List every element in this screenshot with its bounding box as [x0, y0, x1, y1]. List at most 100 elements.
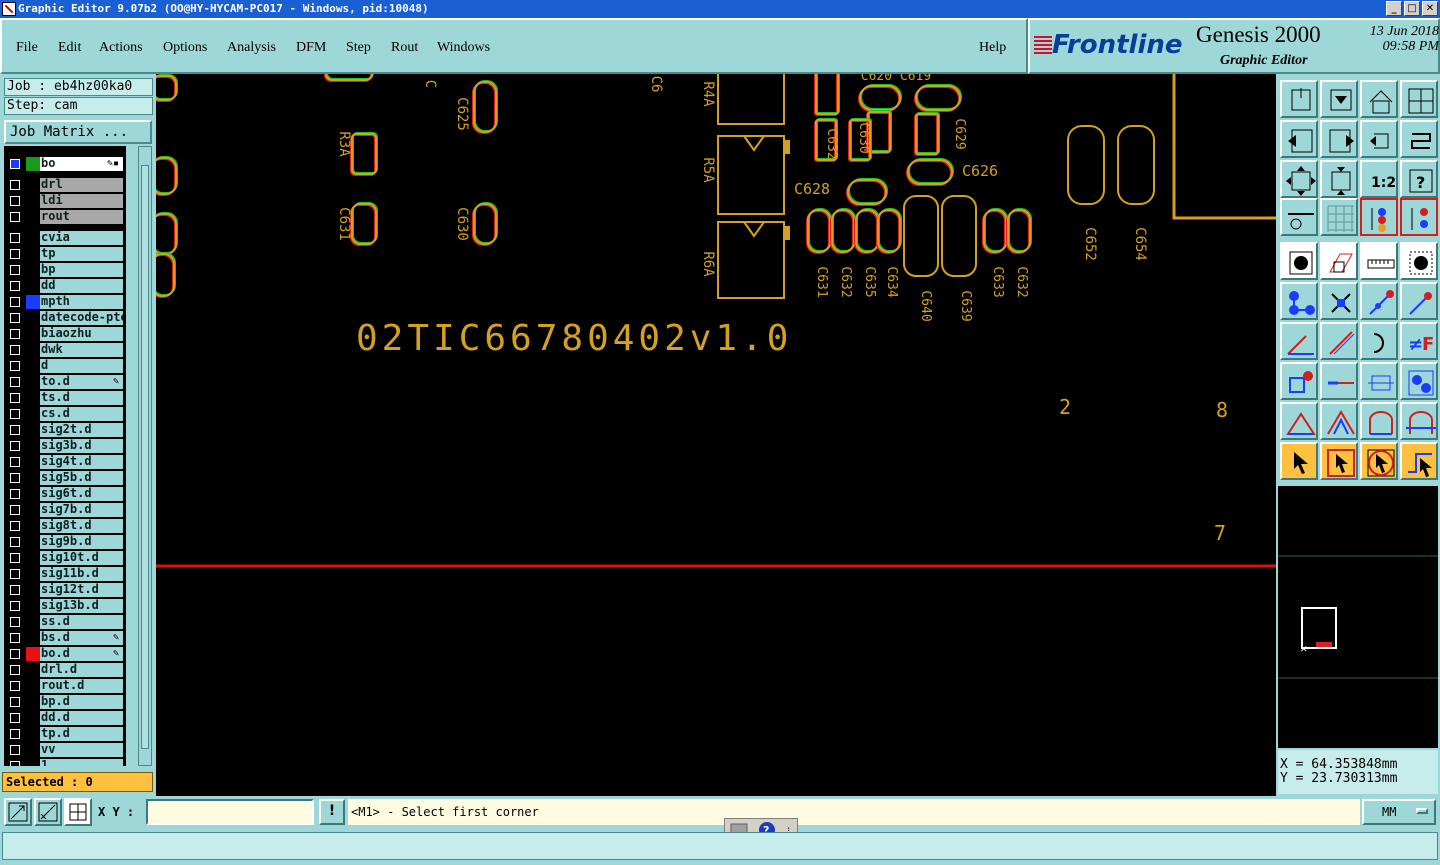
grid-snap-icon[interactable] — [64, 798, 92, 826]
layer-checkbox[interactable] — [10, 409, 20, 419]
point-to-icon[interactable] — [1400, 282, 1438, 320]
layer-color-swatch[interactable] — [26, 743, 40, 757]
layer-checkbox[interactable] — [10, 713, 20, 723]
layer-row[interactable]: tp — [4, 246, 126, 262]
menu-help[interactable]: Help — [979, 40, 1006, 56]
layer-name[interactable]: sig10t.d — [40, 551, 123, 565]
layer-color-swatch[interactable] — [26, 375, 40, 389]
zoom-fit-icon[interactable] — [1320, 80, 1358, 118]
arch-split-icon[interactable] — [1400, 402, 1438, 440]
layer-color-swatch[interactable] — [26, 439, 40, 453]
layer-color-swatch[interactable] — [26, 455, 40, 469]
layer-name[interactable]: sig13b.d — [40, 599, 123, 613]
ruler-icon[interactable] — [1360, 242, 1398, 280]
refresh-icon[interactable] — [1400, 120, 1438, 158]
arch-icon[interactable] — [1360, 402, 1398, 440]
layer-name[interactable]: bp — [40, 263, 123, 277]
layer-checkbox[interactable] — [10, 633, 20, 643]
layer-checkbox[interactable] — [10, 249, 20, 259]
measure-pitch-icon[interactable] — [1360, 362, 1398, 400]
connect-icon[interactable] — [1280, 282, 1318, 320]
layer-color-swatch[interactable] — [26, 263, 40, 277]
line-to-icon[interactable] — [1360, 282, 1398, 320]
pointer-icon[interactable] — [1280, 442, 1318, 480]
layer-row[interactable]: sig9b.d — [4, 534, 126, 550]
pointer-circle-icon[interactable] — [1360, 442, 1398, 480]
zoom-area-icon[interactable] — [4, 798, 32, 826]
layer-row[interactable]: sig4t.d — [4, 454, 126, 470]
layer-color-swatch[interactable] — [26, 599, 40, 613]
layer-name[interactable]: cs.d — [40, 407, 123, 421]
layer-checkbox[interactable] — [10, 473, 20, 483]
layer-checkbox[interactable] — [10, 297, 20, 307]
route-select-icon[interactable] — [1400, 442, 1438, 480]
layer-list[interactable]: bo ✎▪ drl ldi rout cvia tp bp dd mpth datecode-pte… — [4, 146, 126, 766]
layer-name[interactable]: sig2t.d — [40, 423, 123, 437]
layer-affected-icon[interactable] — [1400, 198, 1438, 236]
layer-name[interactable]: bo.d ✎ — [40, 647, 123, 661]
xy-input[interactable] — [146, 799, 314, 825]
menu-actions[interactable]: Actions — [99, 40, 143, 56]
alert-button[interactable]: ! — [319, 799, 345, 825]
layer-name[interactable]: dd — [40, 279, 123, 293]
home-icon[interactable] — [1360, 80, 1398, 118]
layer-name[interactable]: bs.d ✎ — [40, 631, 123, 645]
layer-row[interactable]: cvia — [4, 230, 126, 246]
units-select[interactable]: MM — [1362, 799, 1436, 825]
layer-color-swatch[interactable] — [26, 157, 40, 171]
layer-color-swatch[interactable] — [26, 210, 40, 224]
layer-name[interactable]: sig12t.d — [40, 583, 123, 597]
layer-row[interactable]: sig7b.d — [4, 502, 126, 518]
layer-row[interactable]: ldi — [4, 193, 126, 209]
layer-checkbox[interactable] — [10, 489, 20, 499]
layer-row[interactable]: sig13b.d — [4, 598, 126, 614]
layer-row[interactable]: sig2t.d — [4, 422, 126, 438]
layer-color-swatch[interactable] — [26, 679, 40, 693]
layer-name[interactable]: dd.d — [40, 711, 123, 725]
layer-row[interactable]: datecode-pte — [4, 310, 126, 326]
layer-row[interactable]: sig6t.d — [4, 486, 126, 502]
layer-row[interactable]: sig5b.d — [4, 470, 126, 486]
layer-name[interactable]: tp — [40, 247, 123, 261]
layer-color-swatch[interactable] — [26, 311, 40, 325]
zoom-out-icon[interactable] — [1320, 160, 1358, 198]
layer-checkbox[interactable] — [10, 313, 20, 323]
cross-icon[interactable] — [1320, 282, 1358, 320]
layer-checkbox[interactable] — [10, 329, 20, 339]
layer-row[interactable]: drl.d — [4, 662, 126, 678]
layer-color-swatch[interactable] — [26, 247, 40, 261]
pcb-view[interactable]: R3A C631 C630 C625 C C6 R5A R6A R4A C632 C630 C629 C… — [156, 74, 1276, 796]
pan-left-icon[interactable] — [1280, 120, 1318, 158]
layer-name[interactable]: dwk — [40, 343, 123, 357]
layer-name[interactable]: biaozhu — [40, 327, 123, 341]
layer-checkbox[interactable] — [10, 345, 20, 355]
layer-checkbox[interactable] — [10, 761, 20, 766]
arc-icon[interactable] — [1360, 322, 1398, 360]
layer-checkbox[interactable] — [10, 649, 20, 659]
layer-name[interactable]: datecode-pte — [40, 311, 123, 325]
layer-row[interactable]: sig12t.d — [4, 582, 126, 598]
layer-color-swatch[interactable] — [26, 695, 40, 709]
menu-step[interactable]: Step — [346, 40, 371, 56]
menu-analysis[interactable]: Analysis — [227, 40, 276, 56]
redraw-icon[interactable] — [1360, 120, 1398, 158]
layer-color-swatch[interactable] — [26, 759, 40, 766]
layer-row[interactable]: ts.d — [4, 390, 126, 406]
layer-row[interactable]: rout — [4, 209, 126, 225]
snap-settings-icon[interactable] — [1280, 198, 1318, 236]
close-button[interactable]: ✕ — [1422, 1, 1438, 16]
overview-map[interactable]: ✕ — [1278, 486, 1438, 748]
layer-color-swatch[interactable] — [26, 407, 40, 421]
grid-icon[interactable] — [1320, 198, 1358, 236]
layer-color-swatch[interactable] — [26, 727, 40, 741]
layer-row[interactable]: tp.d — [4, 726, 126, 742]
text-flip-icon[interactable]: ≠ F — [1400, 322, 1438, 360]
layer-color-swatch[interactable] — [26, 647, 40, 661]
layer-row[interactable]: dwk — [4, 342, 126, 358]
layer-row[interactable]: dd.d — [4, 710, 126, 726]
scroll-thumb[interactable] — [141, 165, 149, 749]
pointer-box-icon[interactable] — [1320, 442, 1358, 480]
layer-color-swatch[interactable] — [26, 551, 40, 565]
layer-color-swatch[interactable] — [26, 279, 40, 293]
layer-row[interactable]: dd — [4, 278, 126, 294]
